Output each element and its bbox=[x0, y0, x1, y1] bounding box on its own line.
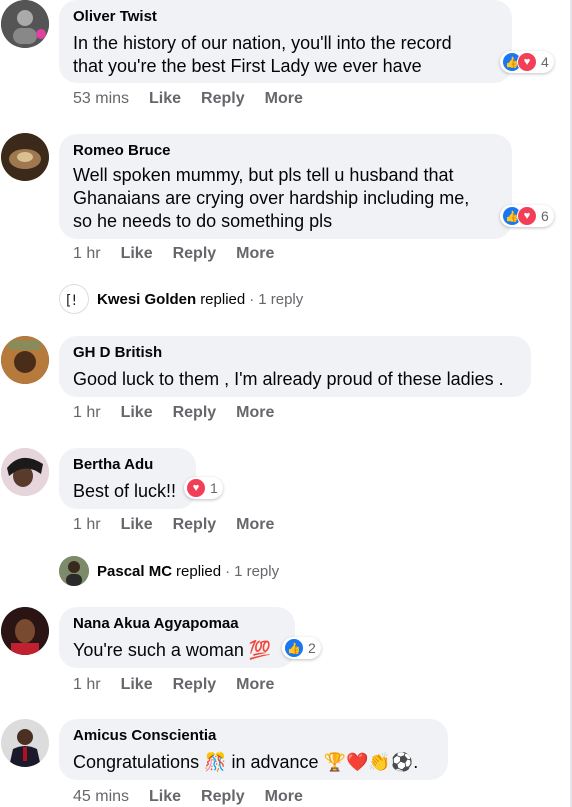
avatar[interactable] bbox=[1, 448, 49, 496]
comment-actions: 1 hr Like Reply More bbox=[73, 404, 294, 422]
comment-author[interactable]: Oliver Twist bbox=[73, 7, 498, 27]
like-button[interactable]: Like bbox=[149, 788, 181, 806]
reply-separator: · bbox=[225, 562, 231, 580]
reply-button[interactable]: Reply bbox=[201, 788, 245, 806]
comment-bubble: Oliver Twist In the history of our natio… bbox=[59, 0, 512, 83]
timestamp[interactable]: 45 mins bbox=[73, 788, 129, 806]
comment-text-line: Well spoken mummy, but pls tell u husban… bbox=[73, 165, 454, 185]
timestamp[interactable]: 1 hr bbox=[73, 676, 101, 694]
avatar: [! bbox=[59, 284, 89, 314]
comment-text-line: so he needs to do something pls bbox=[73, 211, 333, 231]
avatar[interactable] bbox=[1, 719, 49, 767]
comment-text-line: In the history of our nation, you'll int… bbox=[73, 33, 452, 53]
replies-link[interactable]: Pascal MC replied · 1 reply bbox=[59, 556, 279, 586]
reply-button[interactable]: Reply bbox=[173, 245, 217, 263]
reply-verb: replied bbox=[176, 562, 222, 580]
comment-text-line: Ghanaians are crying over hardship inclu… bbox=[73, 188, 470, 208]
love-icon: ♥ bbox=[186, 478, 206, 498]
like-button[interactable]: Like bbox=[149, 90, 181, 108]
reply-author: Kwesi Golden bbox=[97, 290, 197, 308]
like-button[interactable]: Like bbox=[121, 676, 153, 694]
avatar[interactable] bbox=[1, 133, 49, 181]
replies-link[interactable]: [! Kwesi Golden replied · 1 reply bbox=[59, 284, 303, 314]
comment-bubble: GH D British Good luck to them , I'm alr… bbox=[59, 336, 531, 397]
reply-button[interactable]: Reply bbox=[173, 676, 217, 694]
reaction-count[interactable]: ♥ 1 bbox=[184, 477, 223, 499]
avatar[interactable] bbox=[1, 607, 49, 655]
reply-count: 1 reply bbox=[258, 290, 304, 308]
more-button[interactable]: More bbox=[236, 245, 274, 263]
comment-author[interactable]: Bertha Adu bbox=[73, 455, 182, 475]
reply-button[interactable]: Reply bbox=[173, 404, 217, 422]
timestamp[interactable]: 53 mins bbox=[73, 90, 129, 108]
comment-text-line: Best of luck!! bbox=[73, 481, 177, 501]
comment-actions: 45 mins Like Reply More bbox=[73, 788, 323, 806]
reply-count: 1 reply bbox=[234, 562, 280, 580]
reply-button[interactable]: Reply bbox=[173, 516, 217, 534]
comment-bubble: Nana Akua Agyapomaa You're such a woman … bbox=[59, 607, 295, 668]
love-icon: ♥ bbox=[517, 206, 537, 226]
more-button[interactable]: More bbox=[265, 90, 303, 108]
comment-author[interactable]: Nana Akua Agyapomaa bbox=[73, 614, 281, 634]
comment-author[interactable]: Amicus Conscientia bbox=[73, 726, 434, 746]
comment-text-line: that you're the best First Lady we ever … bbox=[73, 56, 422, 76]
timestamp[interactable]: 1 hr bbox=[73, 516, 101, 534]
like-icon: 👍 bbox=[284, 638, 304, 658]
like-button[interactable]: Like bbox=[121, 516, 153, 534]
reply-author: Pascal MC bbox=[97, 562, 173, 580]
reply-button[interactable]: Reply bbox=[201, 90, 245, 108]
avatar bbox=[59, 556, 89, 586]
comment-text-line: Good luck to them , I'm already proud of… bbox=[73, 369, 504, 389]
timestamp[interactable]: 1 hr bbox=[73, 245, 101, 263]
reaction-count[interactable]: 👍 ♥ 6 bbox=[500, 205, 554, 227]
comment-actions: 1 hr Like Reply More bbox=[73, 676, 294, 694]
comment-bubble: Amicus Conscientia Congratulations 🎊 in … bbox=[59, 719, 448, 780]
comment-actions: 53 mins Like Reply More bbox=[73, 90, 323, 108]
more-button[interactable]: More bbox=[236, 676, 274, 694]
comment-actions: 1 hr Like Reply More bbox=[73, 245, 294, 263]
comment-author[interactable]: Romeo Bruce bbox=[73, 141, 498, 161]
more-button[interactable]: More bbox=[236, 516, 274, 534]
more-button[interactable]: More bbox=[236, 404, 274, 422]
reply-verb: replied bbox=[200, 290, 246, 308]
comment-text-line: You're such a woman 💯 bbox=[73, 640, 272, 660]
comment-author[interactable]: GH D British bbox=[73, 343, 517, 363]
timestamp[interactable]: 1 hr bbox=[73, 404, 101, 422]
like-button[interactable]: Like bbox=[121, 245, 153, 263]
comment-bubble: Romeo Bruce Well spoken mummy, but pls t… bbox=[59, 134, 512, 239]
reply-separator: · bbox=[249, 290, 255, 308]
svg-text:[!: [! bbox=[66, 293, 77, 309]
like-button[interactable]: Like bbox=[121, 404, 153, 422]
reaction-count[interactable]: 👍 ♥ 4 bbox=[500, 51, 554, 73]
reaction-count[interactable]: 👍 2 bbox=[282, 637, 321, 659]
avatar[interactable] bbox=[1, 336, 49, 384]
comment-actions: 1 hr Like Reply More bbox=[73, 516, 294, 534]
avatar[interactable] bbox=[1, 0, 49, 48]
more-button[interactable]: More bbox=[265, 788, 303, 806]
comment-bubble: Bertha Adu Best of luck!! bbox=[59, 448, 196, 509]
comment-text-line: Congratulations 🎊 in advance 🏆❤️👏⚽. bbox=[73, 752, 419, 772]
love-icon: ♥ bbox=[517, 52, 537, 72]
